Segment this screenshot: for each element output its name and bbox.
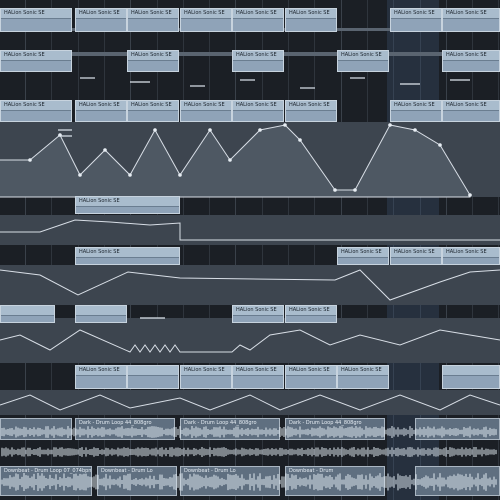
waveform-layer <box>1 426 497 491</box>
arrangement-view: HALion Sonic SE HALion Sonic SE HALion Son… <box>0 0 500 500</box>
